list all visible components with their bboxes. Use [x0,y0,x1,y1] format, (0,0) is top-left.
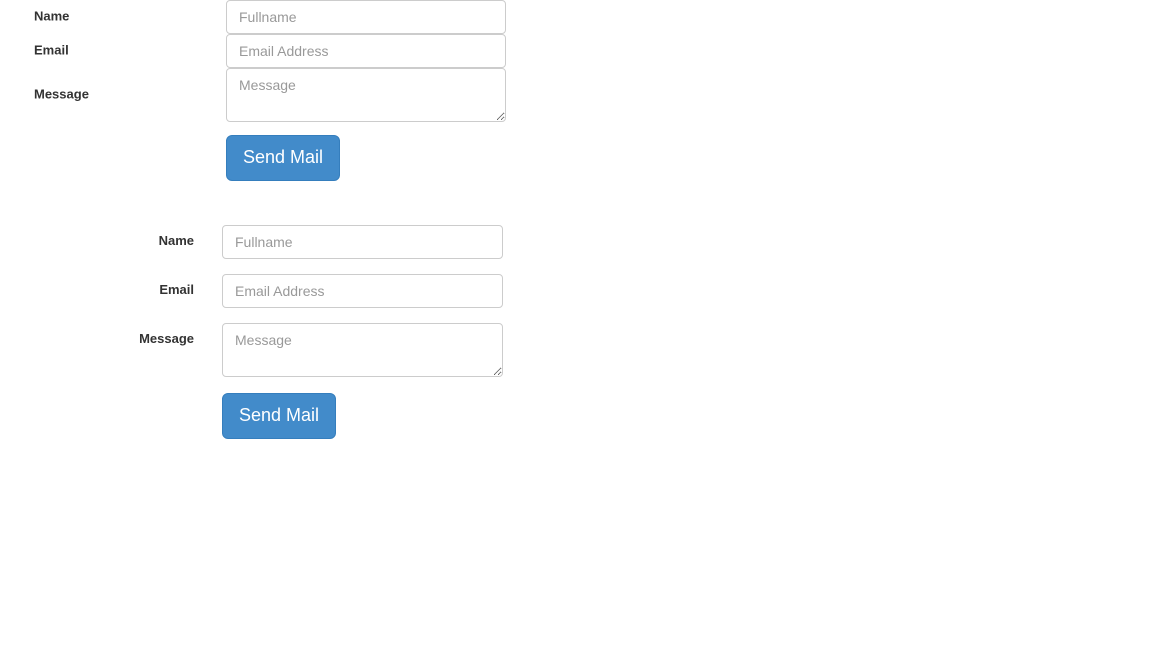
label-email: Email [159,282,194,297]
label-name: Name [158,233,194,248]
label-message: Message [139,331,194,346]
form-group-email: Email [0,274,560,308]
email-input[interactable] [222,274,503,308]
contact-form-compact: Name Email Message Send Mail [0,0,560,181]
field-wrapper-message [222,323,503,377]
form-row-message: Message [0,68,560,122]
field-wrapper-message [226,68,506,122]
submit-wrapper: Send Mail [226,135,341,181]
label-name: Name [34,8,70,24]
contact-form-horizontal: Name Email Message Send Mail [0,225,560,439]
send-mail-button[interactable]: Send Mail [222,393,337,439]
send-mail-button[interactable]: Send Mail [226,135,341,181]
name-input[interactable] [226,0,506,34]
email-input[interactable] [226,34,506,68]
message-textarea[interactable] [226,68,506,122]
label-email: Email [34,42,69,58]
form-group-message: Message [0,323,560,377]
message-textarea[interactable] [222,323,503,377]
form-row-email: Email [0,34,560,68]
field-wrapper-email [222,274,503,308]
field-wrapper-name [222,225,503,259]
field-wrapper-name [226,0,506,34]
field-wrapper-email [226,34,506,68]
label-message: Message [34,86,89,102]
name-input[interactable] [222,225,503,259]
submit-wrapper: Send Mail [222,393,337,439]
form-group-name: Name [0,225,560,259]
form-row-name: Name [0,0,560,34]
